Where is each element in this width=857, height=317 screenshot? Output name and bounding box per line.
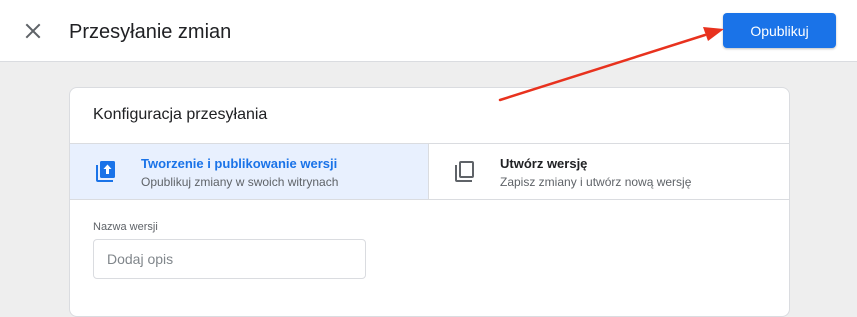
option-title: Tworzenie i publikowanie wersji bbox=[141, 156, 338, 171]
card-title: Konfiguracja przesyłania bbox=[93, 106, 268, 123]
copy-icon bbox=[455, 161, 474, 182]
version-name-label: Nazwa wersji bbox=[93, 221, 158, 233]
publish-icon bbox=[96, 161, 115, 182]
option-description: Zapisz zmiany i utwórz nową wersję bbox=[500, 175, 692, 189]
top-bar: Przesyłanie zmian Opublikuj bbox=[0, 0, 857, 62]
publish-button[interactable]: Opublikuj bbox=[723, 13, 836, 48]
option-description: Opublikuj zmiany w swoich witrynach bbox=[141, 175, 339, 189]
option-title: Utwórz wersję bbox=[500, 156, 588, 171]
close-button[interactable] bbox=[20, 18, 46, 44]
submission-options: Tworzenie i publikowanie wersji Opubliku… bbox=[70, 143, 789, 200]
version-name-input[interactable] bbox=[93, 239, 366, 279]
option-create-and-publish[interactable]: Tworzenie i publikowanie wersji Opubliku… bbox=[70, 144, 429, 199]
page-title: Przesyłanie zmian bbox=[69, 21, 232, 43]
submission-config-card: Konfiguracja przesyłania Tworzenie i pub… bbox=[69, 87, 790, 317]
option-create-version[interactable]: Utwórz wersję Zapisz zmiany i utwórz now… bbox=[429, 144, 789, 199]
close-icon bbox=[25, 23, 41, 39]
